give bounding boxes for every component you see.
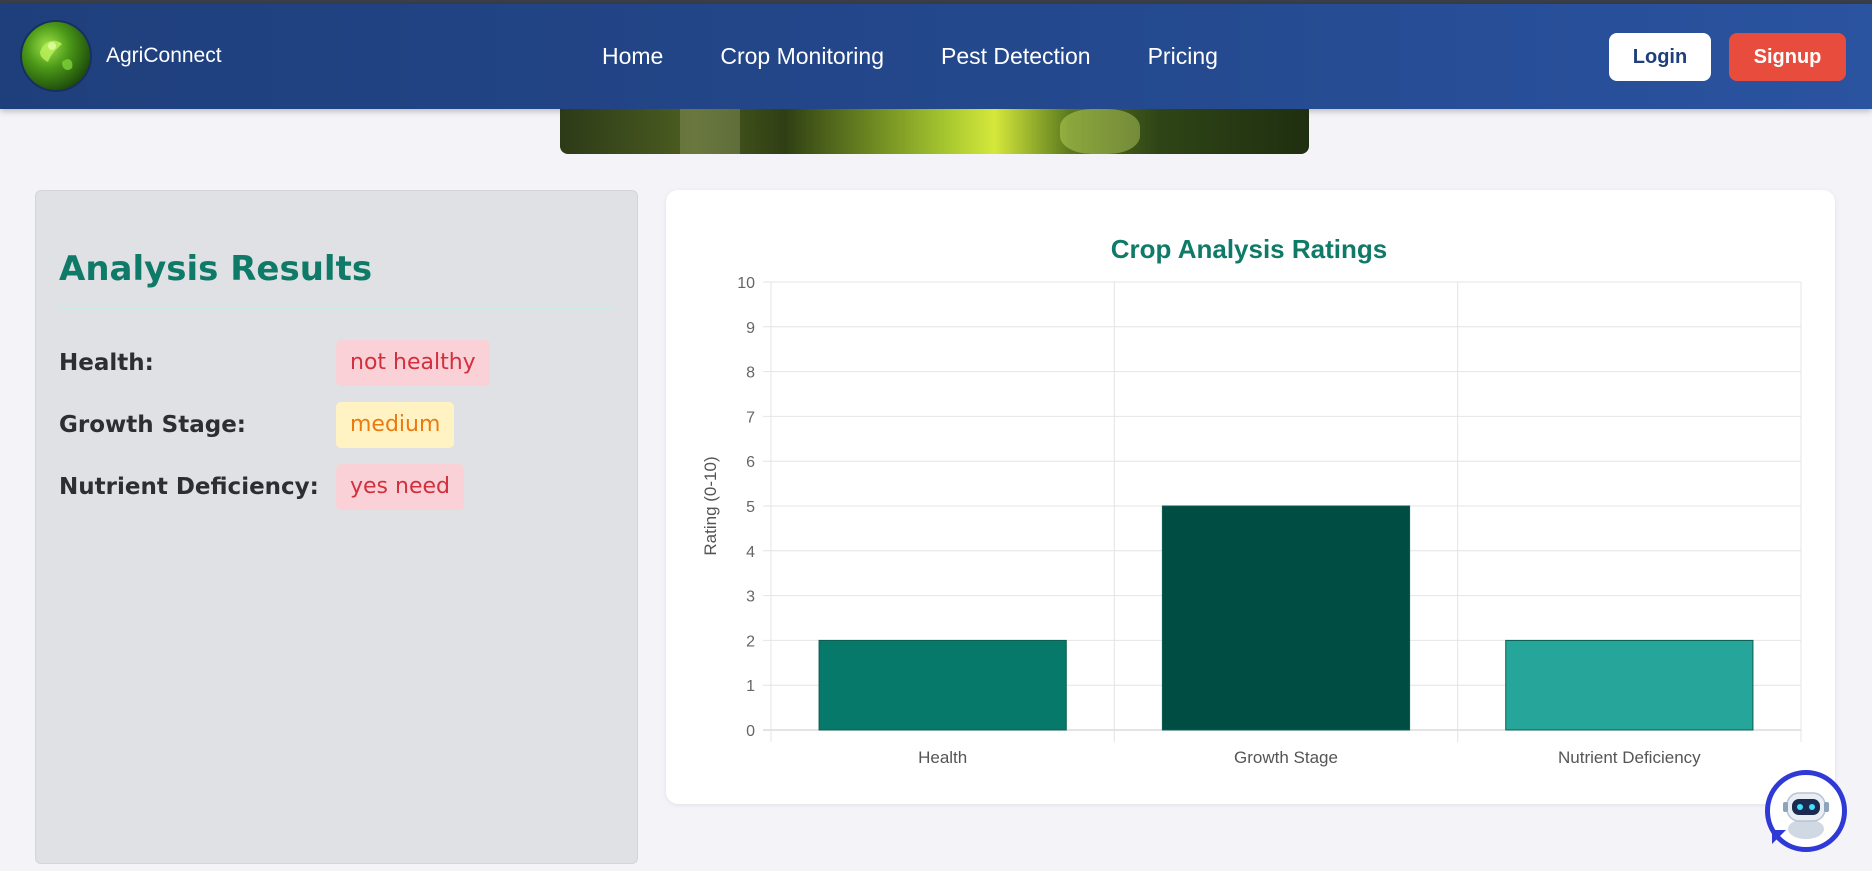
crop-image [560, 109, 1309, 154]
y-tick-label: 3 [746, 589, 755, 606]
y-tick-label: 0 [746, 723, 755, 740]
health-label: Health: [59, 350, 154, 376]
nav-link-pest-detection[interactable]: Pest Detection [941, 42, 1091, 70]
nav-link-crop-monitoring[interactable]: Crop Monitoring [720, 42, 884, 70]
analysis-results-panel: Analysis Results Health: not healthy Gro… [35, 190, 638, 864]
y-tick-label: 9 [746, 320, 755, 337]
brand-name[interactable]: AgriConnect [106, 44, 222, 68]
y-tick-label: 10 [737, 275, 755, 292]
nav-link-home[interactable]: Home [602, 42, 663, 70]
robot-chat-icon [1783, 792, 1829, 839]
y-axis-title: Rating (0-10) [701, 456, 720, 555]
crop-analysis-chart-panel: 0 1 2 3 4 5 6 7 8 9 10 Health Growth Stage Nutrient D… [666, 190, 1835, 804]
nav-link-pricing[interactable]: Pricing [1148, 42, 1218, 70]
navbar: AgriConnect Home Crop Monitoring Pest De… [0, 4, 1872, 109]
signup-button[interactable]: Signup [1729, 33, 1846, 81]
analysis-results-title: Analysis Results [59, 249, 373, 289]
y-tick-label: 7 [746, 409, 755, 426]
nutrient-deficiency-label: Nutrient Deficiency: [59, 474, 319, 500]
brand-logo-icon[interactable] [22, 22, 90, 90]
result-row-growth-stage: Growth Stage: medium [59, 402, 619, 448]
y-tick-label: 8 [746, 365, 755, 382]
chatbot-button[interactable] [1765, 770, 1847, 852]
result-row-nutrient-deficiency: Nutrient Deficiency: yes need [59, 464, 619, 510]
result-row-health: Health: not healthy [59, 340, 619, 386]
y-tick-label: 1 [746, 678, 755, 695]
growth-stage-badge: medium [336, 402, 455, 448]
y-tick-label: 5 [746, 499, 755, 516]
bar-growth-stage[interactable] [1161, 505, 1411, 731]
y-tick-label: 6 [746, 454, 755, 471]
nutrient-deficiency-badge: yes need [336, 464, 464, 510]
main-nav: Home Crop Monitoring Pest Detection Pric… [602, 42, 1275, 70]
crop-analysis-bar-chart: 0 1 2 3 4 5 6 7 8 9 10 Health Growth Stage Nutrient D… [701, 234, 1802, 767]
y-tick-label: 2 [746, 633, 755, 650]
y-tick-label: 4 [746, 544, 755, 561]
login-button[interactable]: Login [1609, 33, 1711, 81]
bar-nutrient-deficiency[interactable] [1505, 639, 1754, 731]
chart-title: Crop Analysis Ratings [1111, 234, 1387, 264]
x-tick-label: Growth Stage [1234, 748, 1338, 767]
health-status-badge: not healthy [336, 340, 490, 386]
x-tick-label: Health [918, 748, 967, 767]
bar-health[interactable] [818, 639, 1067, 731]
growth-stage-label: Growth Stage: [59, 412, 246, 438]
x-tick-label: Nutrient Deficiency [1558, 748, 1701, 767]
title-divider [59, 307, 614, 309]
